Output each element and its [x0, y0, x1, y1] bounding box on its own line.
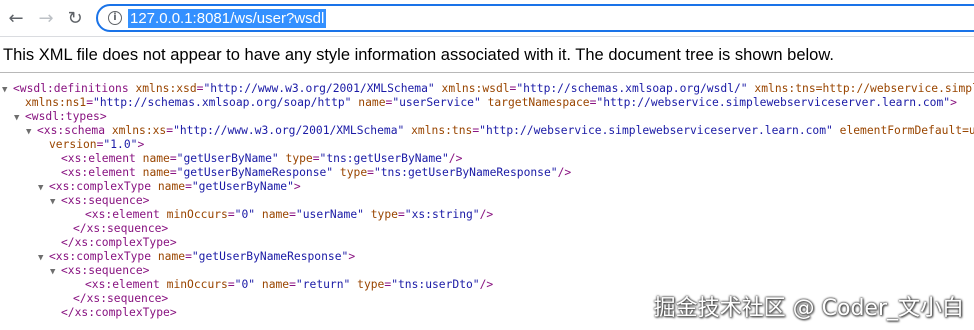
xml-line: ▼ <wsdl:types> — [0, 110, 974, 124]
back-arrow-icon: ← — [8, 7, 24, 29]
xml-line-text: <xs:sequence> — [61, 264, 150, 277]
xml-line: </xs:complexType> — [0, 236, 974, 250]
xml-line-text: <xs:element minOccurs="0" name="userName… — [85, 208, 494, 221]
xml-line-text: <xs:complexType name="getUserByNameRespo… — [49, 250, 356, 263]
xml-line-text: <xs:sequence> — [61, 194, 150, 207]
xml-line-text: </xs:complexType> — [61, 306, 177, 319]
reload-button[interactable]: ↻ — [63, 6, 87, 30]
xml-line: ▼ <xs:schema xmlns:xs="http://www.w3.org/… — [0, 124, 974, 138]
xml-line-text: <xs:schema xmlns:xs="http://www.w3.org/2… — [37, 124, 974, 137]
xml-line: xmlns:ns1="http://schemas.xmlsoap.org/so… — [0, 96, 974, 110]
address-bar[interactable]: i 127.0.0.1:8081/ws/user?wsdl — [96, 4, 974, 32]
xml-line-text: <wsdl:definitions xmlns:xsd="http://www.… — [13, 82, 974, 95]
collapse-triangle-icon[interactable]: ▼ — [38, 251, 49, 265]
collapse-triangle-icon[interactable]: ▼ — [14, 111, 25, 125]
xml-line-text: <xs:element name="getUserByNameResponse"… — [61, 166, 572, 179]
collapse-triangle-icon[interactable]: ▼ — [26, 125, 37, 139]
browser-toolbar: ← → ↻ i 127.0.0.1:8081/ws/user?wsdl — [0, 0, 974, 37]
xml-line-text: <xs:element minOccurs="0" name="return" … — [85, 278, 494, 291]
xml-line: ▼ <xs:complexType name="getUserByNameResp… — [0, 250, 974, 264]
xml-line: ▼ <xs:sequence> — [0, 194, 974, 208]
collapse-triangle-icon[interactable]: ▼ — [50, 265, 61, 279]
xml-line: <xs:element name="getUserByName" type="t… — [0, 152, 974, 166]
watermark: 掘金技术社区 @ Coder_文小白 — [653, 296, 964, 321]
xml-line: ▼ <xs:sequence> — [0, 264, 974, 278]
xml-line: </xs:sequence> — [0, 222, 974, 236]
xml-document-tree: ▼ <wsdl:definitions xmlns:xsd="http://www… — [0, 82, 974, 320]
back-button[interactable]: ← — [4, 6, 28, 30]
xml-line: <xs:element minOccurs="0" name="userName… — [0, 208, 974, 222]
xml-line-text: </xs:complexType> — [61, 236, 177, 249]
xml-style-notice: This XML file does not appear to have an… — [0, 37, 974, 73]
xml-line-text: <xs:complexType name="getUserByName"> — [49, 180, 301, 193]
xml-line-text: <xs:element name="getUserByName" type="t… — [61, 152, 463, 165]
xml-line: version="1.0"> — [0, 138, 974, 152]
reload-icon: ↻ — [67, 7, 83, 29]
collapse-triangle-icon[interactable]: ▼ — [38, 181, 49, 195]
xml-line-text: </xs:sequence> — [73, 292, 169, 305]
xml-line-text: <wsdl:types> — [25, 110, 107, 123]
xml-line-text: version="1.0"> — [49, 138, 145, 151]
site-info-icon[interactable]: i — [108, 11, 122, 25]
xml-line-text: </xs:sequence> — [73, 222, 169, 235]
collapse-triangle-icon[interactable]: ▼ — [50, 195, 61, 209]
url-text[interactable]: 127.0.0.1:8081/ws/user?wsdl — [128, 9, 327, 28]
forward-button[interactable]: → — [34, 6, 58, 30]
collapse-triangle-icon[interactable]: ▼ — [2, 83, 13, 97]
xml-line: ▼ <xs:complexType name="getUserByName"> — [0, 180, 974, 194]
forward-arrow-icon: → — [38, 7, 54, 29]
xml-line: ▼ <wsdl:definitions xmlns:xsd="http://www… — [0, 82, 974, 96]
xml-line-text: xmlns:ns1="http://schemas.xmlsoap.org/so… — [25, 96, 957, 109]
xml-line: <xs:element name="getUserByNameResponse"… — [0, 166, 974, 180]
